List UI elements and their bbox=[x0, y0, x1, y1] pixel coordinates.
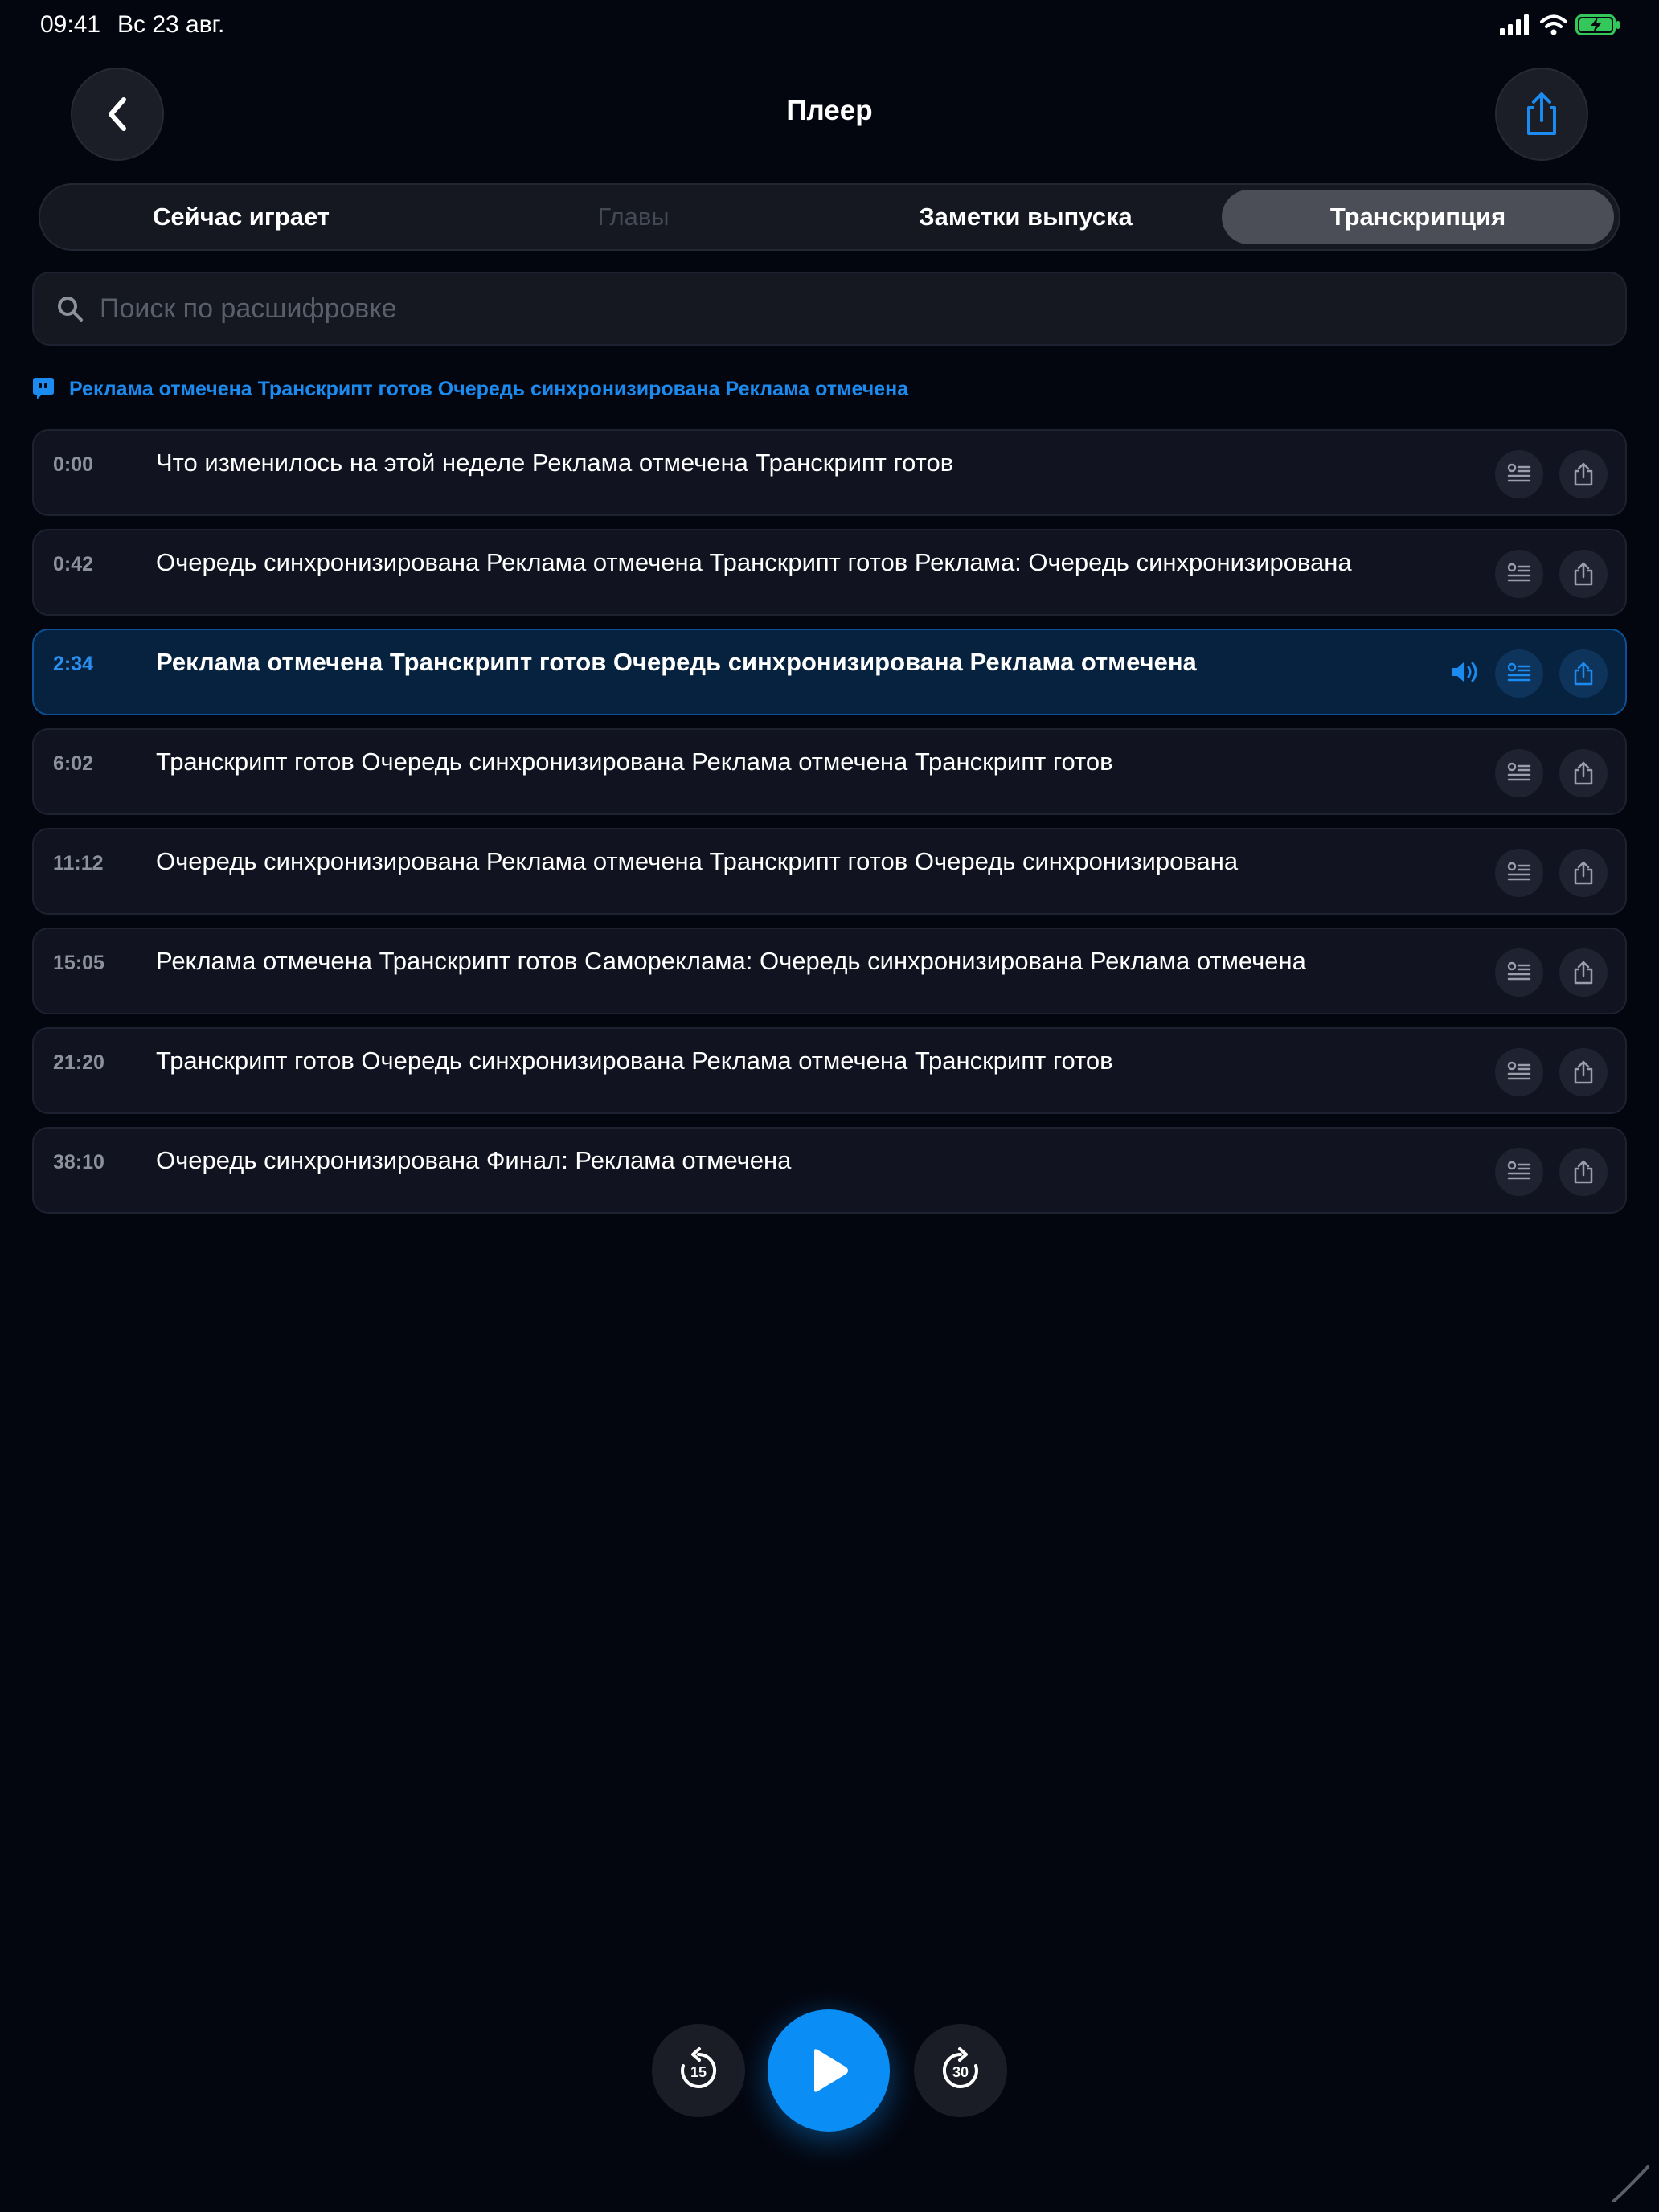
segment-text: Реклама отмечена Транскрипт готов Саморе… bbox=[156, 947, 1306, 975]
page-title: Плеер bbox=[786, 95, 873, 126]
segment-timestamp[interactable]: 21:20 bbox=[53, 1051, 104, 1075]
transcript-segment[interactable]: 0:42 Очередь синхронизирована Реклама от… bbox=[32, 529, 1627, 616]
tab-episode-notes[interactable]: Заметки выпуска bbox=[830, 190, 1222, 244]
segment-text: Что изменилось на этой неделе Реклама от… bbox=[156, 449, 954, 477]
transcript-segment[interactable]: 6:02 Транскрипт готов Очередь синхронизи… bbox=[32, 728, 1627, 815]
transcript-segment[interactable]: 15:05 Реклама отмечена Транскрипт готов … bbox=[32, 928, 1627, 1014]
transcript-segment-playing[interactable]: 2:34 Реклама отмечена Транскрипт готов О… bbox=[32, 629, 1627, 715]
share-icon bbox=[1574, 761, 1593, 785]
segment-timestamp[interactable]: 6:02 bbox=[53, 752, 93, 776]
text-list-icon bbox=[1507, 961, 1531, 981]
transcript-segment[interactable]: 0:00 Что изменилось на этой неделе Рекла… bbox=[32, 429, 1627, 516]
tab-transcript[interactable]: Транскрипция bbox=[1222, 190, 1614, 244]
skip-forward-label: 30 bbox=[952, 2064, 969, 2080]
segment-notes-button[interactable] bbox=[1495, 1048, 1543, 1096]
play-button[interactable] bbox=[768, 2009, 890, 2132]
segment-share-button[interactable] bbox=[1559, 1148, 1608, 1196]
segmented-tabs: Сейчас играет Главы Заметки выпуска Тран… bbox=[39, 183, 1620, 251]
segment-text: Очередь синхронизирована Финал: Реклама … bbox=[156, 1146, 792, 1174]
segment-notes-button[interactable] bbox=[1495, 1148, 1543, 1196]
segment-share-button[interactable] bbox=[1559, 749, 1608, 797]
speaker-playing-icon bbox=[1452, 662, 1477, 682]
skip-forward-30-icon: 30 bbox=[942, 2047, 978, 2088]
caption-text: Реклама отмечена Транскрипт готов Очеред… bbox=[69, 377, 909, 400]
segment-timestamp[interactable]: 2:34 bbox=[53, 653, 93, 676]
skip-back-15-icon: 15 bbox=[681, 2047, 717, 2088]
wifi-icon bbox=[1540, 14, 1567, 35]
segment-text: Очередь синхронизирована Реклама отмечен… bbox=[156, 847, 1239, 875]
segment-text: Транскрипт готов Очередь синхронизирован… bbox=[156, 748, 1113, 776]
text-list-icon bbox=[1507, 762, 1531, 781]
transcript-segment[interactable]: 21:20 Транскрипт готов Очередь синхрониз… bbox=[32, 1027, 1627, 1114]
share-icon bbox=[1574, 1160, 1593, 1184]
skip-back-button[interactable]: 15 bbox=[652, 2024, 745, 2117]
segment-text: Реклама отмечена Транскрипт готов Очеред… bbox=[156, 648, 1197, 676]
text-list-icon bbox=[1507, 662, 1531, 682]
segment-share-button[interactable] bbox=[1559, 450, 1608, 498]
segment-notes-button[interactable] bbox=[1495, 450, 1543, 498]
text-list-icon bbox=[1507, 463, 1531, 482]
segment-share-button[interactable] bbox=[1559, 849, 1608, 897]
text-list-icon bbox=[1507, 862, 1531, 881]
skip-back-label: 15 bbox=[690, 2064, 707, 2080]
segment-share-button[interactable] bbox=[1559, 649, 1608, 698]
status-icons bbox=[1500, 14, 1620, 35]
search-icon bbox=[58, 297, 83, 322]
quote-bubble-icon bbox=[33, 378, 54, 399]
share-icon bbox=[1574, 1060, 1593, 1084]
text-list-icon bbox=[1507, 1161, 1531, 1180]
status-time: 09:41 bbox=[40, 11, 101, 38]
segment-notes-button[interactable] bbox=[1495, 849, 1543, 897]
transcript-segment[interactable]: 38:10 Очередь синхронизирована Финал: Ре… bbox=[32, 1127, 1627, 1214]
transcript-segment[interactable]: 11:12 Очередь синхронизирована Реклама о… bbox=[32, 828, 1627, 915]
segment-text: Очередь синхронизирована Реклама отмечен… bbox=[156, 548, 1352, 576]
segment-timestamp[interactable]: 15:05 bbox=[53, 952, 104, 975]
status-bar: 09:41 Вс 23 авг. bbox=[0, 0, 1659, 51]
skip-forward-button[interactable]: 30 bbox=[914, 2024, 1007, 2117]
segment-share-button[interactable] bbox=[1559, 550, 1608, 598]
segment-timestamp[interactable]: 0:42 bbox=[53, 553, 93, 576]
share-icon bbox=[1574, 961, 1593, 985]
share-button[interactable] bbox=[1495, 68, 1588, 161]
segment-share-button[interactable] bbox=[1559, 1048, 1608, 1096]
segment-notes-button[interactable] bbox=[1495, 649, 1543, 698]
tab-chapters: Главы bbox=[597, 203, 670, 231]
transcript-search[interactable] bbox=[32, 272, 1627, 346]
share-icon bbox=[1574, 861, 1593, 885]
segment-timestamp[interactable]: 0:00 bbox=[53, 453, 93, 477]
play-icon bbox=[814, 2049, 848, 2092]
share-icon bbox=[1574, 662, 1593, 686]
battery-charging-icon bbox=[1575, 14, 1620, 35]
cellular-signal-icon bbox=[1500, 14, 1529, 35]
resize-handle-icon bbox=[1612, 2165, 1649, 2202]
segment-notes-button[interactable] bbox=[1495, 550, 1543, 598]
share-icon bbox=[1574, 462, 1593, 486]
now-playing-caption: Реклама отмечена Транскрипт готов Очеред… bbox=[32, 373, 908, 405]
text-list-icon bbox=[1507, 563, 1531, 582]
segment-notes-button[interactable] bbox=[1495, 948, 1543, 997]
status-date: Вс 23 авг. bbox=[117, 11, 225, 38]
segment-notes-button[interactable] bbox=[1495, 749, 1543, 797]
tab-now-playing[interactable]: Сейчас играет bbox=[45, 190, 437, 244]
segment-share-button[interactable] bbox=[1559, 948, 1608, 997]
segment-timestamp[interactable]: 11:12 bbox=[53, 852, 104, 875]
segment-text: Транскрипт готов Очередь синхронизирован… bbox=[156, 1047, 1113, 1075]
player-screen: 09:41 Вс 23 авг. Плеер Сейчас играет Гла… bbox=[0, 0, 1659, 2212]
share-icon bbox=[1574, 562, 1593, 586]
segment-timestamp[interactable]: 38:10 bbox=[53, 1151, 104, 1174]
text-list-icon bbox=[1507, 1061, 1531, 1080]
search-input[interactable] bbox=[100, 293, 1625, 325]
share-icon bbox=[1527, 92, 1556, 135]
